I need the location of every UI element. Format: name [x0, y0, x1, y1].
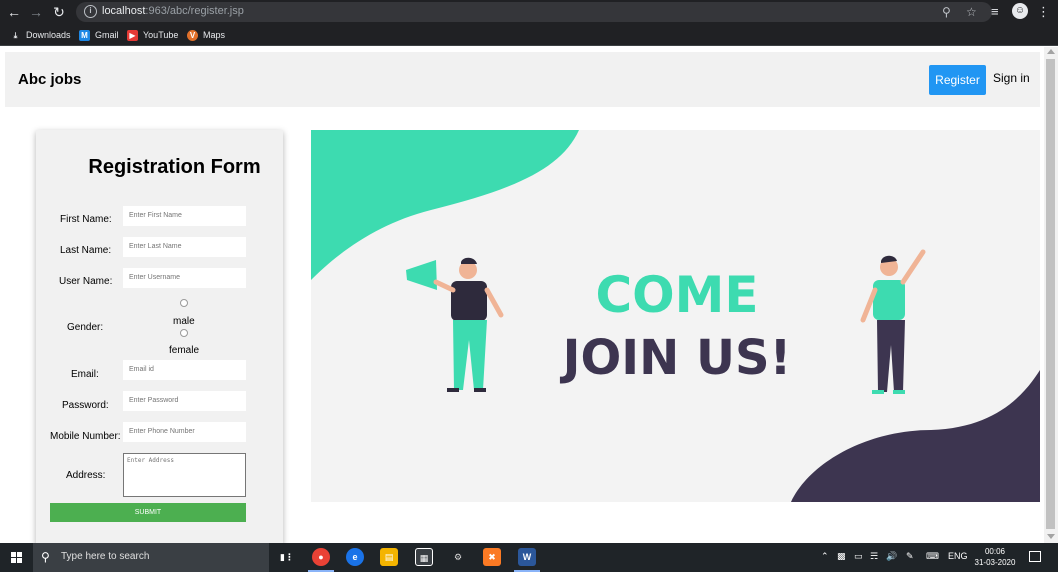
- file-explorer-icon[interactable]: ▤: [380, 548, 398, 566]
- mobile-number-input[interactable]: Enter Phone Number: [123, 422, 246, 442]
- banner-line1: COME: [595, 266, 758, 324]
- banner-illustration: COME JOIN US!: [311, 130, 1040, 502]
- language-indicator[interactable]: ENG: [948, 551, 968, 561]
- user-name-input[interactable]: Enter Username: [123, 268, 246, 288]
- taskbar-search-placeholder: Type here to search: [61, 551, 150, 562]
- chrome-app-icon[interactable]: ●: [312, 548, 330, 566]
- register-button[interactable]: Register: [929, 65, 986, 95]
- address-textarea[interactable]: Enter Address: [123, 453, 246, 497]
- zoom-icon[interactable]: ⚲: [942, 4, 951, 20]
- bookmark-gmail[interactable]: M Gmail: [79, 28, 119, 42]
- vertical-scrollbar[interactable]: [1044, 47, 1058, 543]
- person-waving-illustration: [860, 249, 926, 394]
- bookmarks-bar: ⤓ Downloads M Gmail ▶ YouTube V Maps: [0, 24, 1058, 46]
- password-input[interactable]: Enter Password: [123, 391, 246, 411]
- address-label: Address:: [66, 470, 106, 481]
- email-label: Email:: [71, 369, 99, 380]
- youtube-icon: ▶: [127, 30, 138, 42]
- keyboard-icon[interactable]: ⌨: [926, 551, 939, 562]
- submit-button[interactable]: SUBMIT: [50, 503, 246, 522]
- last-name-input[interactable]: Enter Last Name: [123, 237, 246, 257]
- windows-start-icon[interactable]: [11, 552, 22, 563]
- mobile-number-label: Mobile Number:: [50, 431, 121, 442]
- volume-icon[interactable]: 🔊: [886, 551, 897, 562]
- email-input[interactable]: Email id: [123, 360, 246, 380]
- browser-toolbar: ← → ↻ i localhost:963/abc/register.jsp ⚲…: [0, 0, 1058, 24]
- join-us-banner: COME JOIN US!: [311, 130, 1040, 502]
- form-title: Registration Form: [88, 156, 261, 178]
- tray-app-icon[interactable]: ▩: [837, 551, 846, 562]
- url-text[interactable]: localhost:963/abc/register.jsp: [102, 5, 244, 17]
- top-navbar: Abc jobs Register Sign in: [5, 52, 1040, 107]
- user-name-label: User Name:: [59, 276, 113, 287]
- system-clock[interactable]: 00:06 31-03-2020: [972, 546, 1018, 568]
- bookmark-maps[interactable]: V Maps: [187, 28, 225, 42]
- settings-gear-icon[interactable]: ⚙: [449, 548, 467, 566]
- person-megaphone-illustration: [406, 257, 504, 392]
- maps-icon: V: [187, 30, 198, 42]
- task-view-icon[interactable]: ▮⋮: [278, 548, 296, 566]
- notification-center-icon[interactable]: [1029, 551, 1041, 562]
- bookmark-youtube[interactable]: ▶ YouTube: [127, 28, 178, 42]
- site-info-icon[interactable]: i: [84, 5, 97, 18]
- bookmark-downloads[interactable]: ⤓ Downloads: [10, 28, 71, 42]
- media-control-icon[interactable]: ≡: [991, 2, 999, 22]
- last-name-label: Last Name:: [60, 245, 112, 256]
- back-icon[interactable]: ←: [4, 2, 24, 22]
- gmail-icon: M: [79, 30, 90, 42]
- forward-icon[interactable]: →: [26, 2, 46, 22]
- word-app-icon[interactable]: W: [518, 548, 536, 566]
- wifi-icon[interactable]: ☴: [870, 551, 878, 562]
- menu-kebab-icon[interactable]: ⋮: [1037, 2, 1050, 22]
- first-name-label: First Name:: [60, 214, 112, 225]
- bookmark-star-icon[interactable]: ☆: [966, 4, 977, 20]
- address-bar[interactable]: i localhost:963/abc/register.jsp ⚲ ☆: [76, 2, 992, 22]
- gender-male-label[interactable]: male: [173, 316, 195, 327]
- dark-wave-shape: [791, 370, 1040, 502]
- scroll-down-arrow-icon[interactable]: [1047, 534, 1055, 539]
- xampp-app-icon[interactable]: ✖: [483, 548, 501, 566]
- battery-icon[interactable]: ▭: [854, 551, 863, 562]
- taskbar-search-box[interactable]: ⚲ Type here to search: [33, 543, 269, 572]
- edge-app-icon[interactable]: e: [346, 548, 364, 566]
- teal-wave-shape: [311, 130, 579, 280]
- gender-label: Gender:: [67, 322, 104, 333]
- first-name-input[interactable]: Enter First Name: [123, 206, 246, 226]
- brand-title[interactable]: Abc jobs: [18, 71, 81, 88]
- store-app-icon[interactable]: ▦: [415, 548, 433, 566]
- search-icon: ⚲: [41, 550, 50, 564]
- scrollbar-thumb[interactable]: [1046, 59, 1055, 529]
- gender-female-label[interactable]: female: [169, 345, 199, 356]
- signin-link[interactable]: Sign in: [993, 71, 1030, 85]
- registration-form: Registration Form First Name: Enter Firs…: [36, 130, 283, 543]
- tray-chevron-icon[interactable]: ⌃: [821, 551, 829, 562]
- windows-taskbar: ⚲ Type here to search ▮⋮ ● e ▤ ▦ ⚙ ✖ W ⌃…: [0, 543, 1058, 572]
- page-viewport: Abc jobs Register Sign in Registration F…: [0, 47, 1058, 543]
- clock-date: 31-03-2020: [974, 558, 1016, 567]
- banner-line2: JOIN US!: [560, 330, 792, 386]
- profile-avatar-icon[interactable]: ☺: [1012, 3, 1028, 19]
- gender-male-radio[interactable]: [180, 299, 188, 307]
- reload-icon[interactable]: ↻: [49, 2, 69, 22]
- pen-icon[interactable]: ✎: [906, 551, 914, 562]
- password-label: Password:: [62, 400, 109, 411]
- gender-female-radio[interactable]: [180, 329, 188, 337]
- clock-time: 00:06: [984, 547, 1006, 556]
- scroll-up-arrow-icon[interactable]: [1047, 49, 1055, 54]
- download-icon: ⤓: [13, 31, 18, 41]
